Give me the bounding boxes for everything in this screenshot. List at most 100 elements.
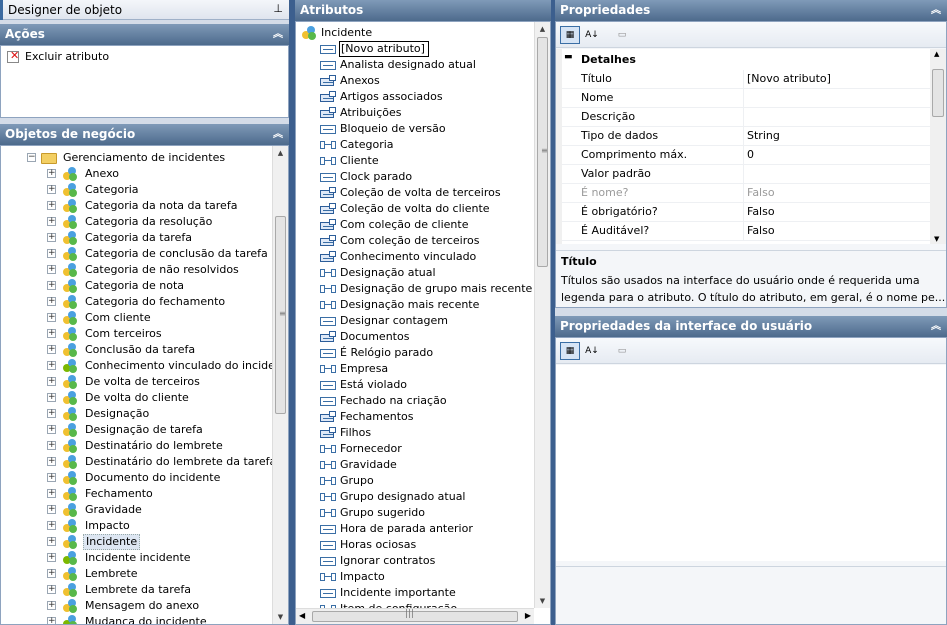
expand-icon[interactable]: + — [47, 169, 56, 178]
attribute-icon — [320, 125, 336, 134]
expand-icon[interactable]: + — [47, 585, 56, 594]
attribute-label: Fornecedor — [340, 442, 402, 455]
property-name: É nome? — [581, 186, 629, 199]
business-object-icon — [63, 487, 77, 501]
scroll-right-icon[interactable]: ▶ — [525, 611, 531, 620]
expand-icon[interactable]: + — [47, 185, 56, 194]
property-row[interactable]: Comprimento máx. 0 — [562, 146, 930, 165]
expand-icon[interactable]: + — [47, 553, 56, 562]
property-value[interactable]: Falso — [747, 205, 775, 218]
collapse-business-objects-icon[interactable]: ︽ — [273, 124, 283, 145]
property-row[interactable]: Tipo de dados String — [562, 127, 930, 146]
new-attribute-input[interactable]: [Novo atributo] — [339, 41, 429, 57]
scroll-thumb[interactable]: ≡ — [537, 37, 548, 267]
expand-icon[interactable]: + — [47, 617, 56, 624]
expand-icon[interactable]: + — [47, 281, 56, 290]
business-objects-scrollbar[interactable]: ▲ ≡ ▼ — [272, 146, 288, 624]
property-row[interactable]: É Auditável? Falso — [562, 222, 930, 241]
expand-icon[interactable]: + — [47, 569, 56, 578]
alphabetical-sort-icon[interactable]: A↓ — [582, 26, 602, 44]
expand-icon[interactable]: + — [47, 313, 56, 322]
categorized-view-icon[interactable]: ▦ — [560, 342, 580, 360]
window-title-bar: Designer de objeto ⊥ — [0, 0, 289, 20]
property-row[interactable]: É obrigatório? Falso — [562, 203, 930, 222]
details-section[interactable]: ▬ Detalhes — [562, 51, 922, 69]
scroll-down-icon[interactable]: ▼ — [273, 610, 288, 624]
details-section-title: Detalhes — [581, 53, 636, 66]
properties-panel: ▦ A↓ ▭ ▬ Detalhes ▲ ▼ Título [Novo atribu… — [555, 21, 947, 308]
business-object-icon — [63, 519, 77, 533]
expand-icon[interactable]: + — [47, 601, 56, 610]
expand-icon[interactable]: + — [47, 217, 56, 226]
property-row[interactable]: Nome — [562, 89, 930, 108]
delete-attribute-label: Excluir atributo — [25, 50, 110, 63]
attributes-hscrollbar[interactable]: ◀ ||| ▶ — [296, 608, 534, 624]
collapse-icon[interactable]: − — [27, 153, 36, 162]
property-pages-icon[interactable]: ▭ — [612, 342, 632, 360]
property-value[interactable]: Falso — [747, 224, 775, 237]
expand-icon[interactable]: + — [47, 233, 56, 242]
scroll-thumb[interactable] — [932, 69, 944, 117]
scroll-down-icon[interactable]: ▼ — [535, 594, 550, 608]
property-row[interactable]: Título [Novo atributo] — [562, 70, 930, 89]
ui-property-grid — [556, 365, 946, 561]
collection-attribute-icon — [320, 107, 336, 119]
business-object-icon — [63, 535, 77, 549]
business-object-icon — [63, 183, 77, 197]
expand-icon[interactable]: + — [47, 425, 56, 434]
collapse-actions-icon[interactable]: ︽ — [273, 24, 283, 45]
expand-icon[interactable]: + — [47, 265, 56, 274]
expand-icon[interactable]: + — [47, 297, 56, 306]
collapse-properties-icon[interactable]: ︽ — [931, 0, 941, 21]
expand-icon[interactable]: + — [47, 393, 56, 402]
expand-icon[interactable]: + — [47, 521, 56, 530]
expand-icon[interactable]: + — [47, 473, 56, 482]
expand-icon[interactable]: + — [47, 361, 56, 370]
expand-icon[interactable]: + — [47, 201, 56, 210]
property-value[interactable]: 0 — [747, 148, 754, 161]
collapse-section-icon[interactable]: ▬ — [564, 52, 573, 62]
attribute-label: Artigos associados — [340, 90, 443, 103]
scroll-left-icon[interactable]: ◀ — [299, 611, 305, 620]
tree-item-label: Mudança do incidente — [85, 615, 207, 625]
categorized-view-icon[interactable]: ▦ — [560, 26, 580, 44]
window-title: Designer de objeto — [8, 3, 123, 17]
attributes-vscrollbar[interactable]: ▲ ≡ ▼ — [534, 22, 550, 608]
expand-icon[interactable]: + — [47, 249, 56, 258]
expand-icon[interactable]: + — [47, 441, 56, 450]
ui-properties-panel: ▦ A↓ ▭ — [555, 337, 947, 625]
property-row[interactable]: Valor padrão — [562, 165, 930, 184]
expand-icon[interactable]: + — [47, 409, 56, 418]
tree-item-label: Categoria da nota da tarefa — [85, 199, 238, 212]
expand-icon[interactable]: + — [47, 537, 56, 546]
expand-icon[interactable]: + — [47, 345, 56, 354]
expand-icon[interactable]: + — [47, 489, 56, 498]
attributes-root-label: Incidente — [321, 26, 373, 39]
tree-item-label: Lembrete da tarefa — [85, 583, 191, 596]
property-row[interactable]: Descrição — [562, 108, 930, 127]
expand-icon[interactable]: + — [47, 329, 56, 338]
business-object-icon — [63, 263, 77, 277]
attribute-icon — [320, 589, 336, 598]
property-row[interactable]: É nome? Falso — [562, 184, 930, 203]
attribute-icon — [320, 397, 336, 406]
property-pages-icon[interactable]: ▭ — [612, 26, 632, 44]
alphabetical-sort-icon[interactable]: A↓ — [582, 342, 602, 360]
property-divider — [743, 89, 744, 107]
scroll-up-icon[interactable]: ▲ — [535, 22, 550, 36]
scroll-up-icon[interactable]: ▲ — [934, 50, 939, 58]
scroll-thumb[interactable]: ≡ — [275, 216, 286, 414]
property-name: Comprimento máx. — [581, 148, 688, 161]
scroll-up-icon[interactable]: ▲ — [273, 146, 288, 160]
pin-icon[interactable]: ⊥ — [273, 2, 283, 15]
expand-icon[interactable]: + — [47, 457, 56, 466]
property-grid-scrollbar[interactable]: ▲ ▼ — [930, 49, 946, 244]
scroll-thumb-horizontal[interactable]: ||| — [312, 609, 518, 622]
property-value[interactable]: [Novo atributo] — [747, 72, 831, 85]
collapse-ui-properties-icon[interactable]: ︽ — [931, 316, 941, 337]
expand-icon[interactable]: + — [47, 377, 56, 386]
scroll-down-icon[interactable]: ▼ — [934, 235, 939, 243]
property-value[interactable]: String — [747, 129, 780, 142]
tree-item-label: Categoria do fechamento — [85, 295, 226, 308]
expand-icon[interactable]: + — [47, 505, 56, 514]
